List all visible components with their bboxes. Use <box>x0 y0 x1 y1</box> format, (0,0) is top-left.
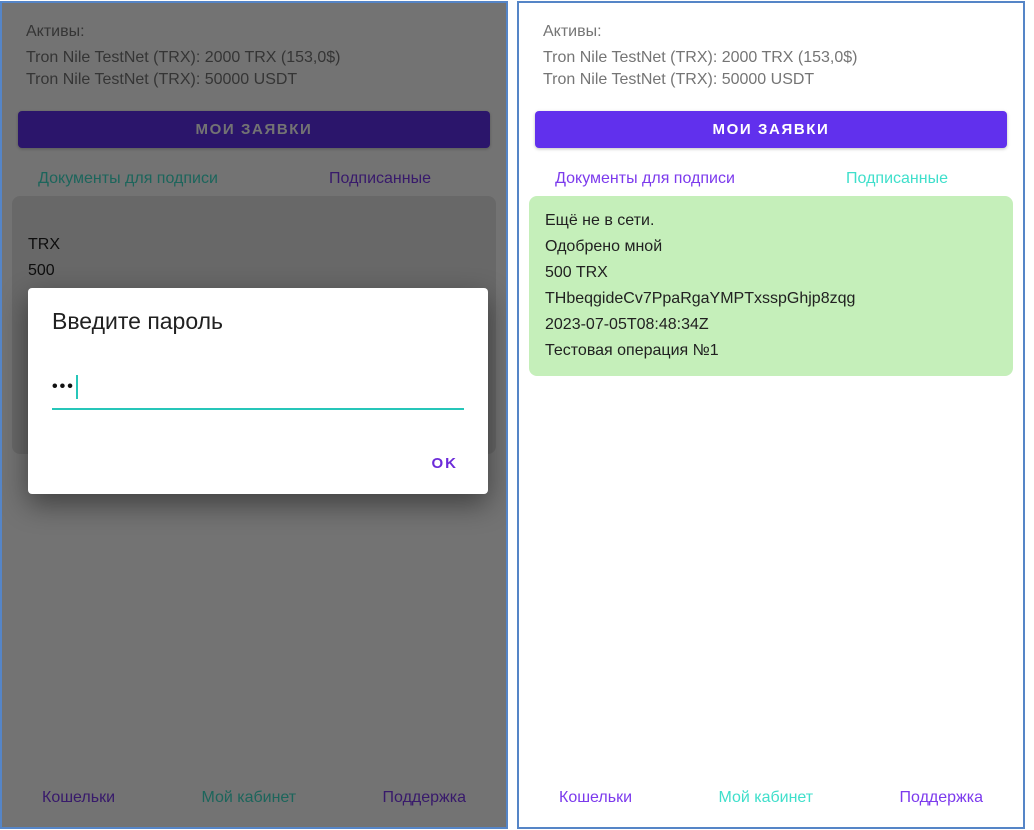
tab-documents-to-sign[interactable]: Документы для подписи <box>519 170 771 188</box>
assets-header: Активы: Tron Nile TestNet (TRX): 2000 TR… <box>519 3 1023 91</box>
card-line-network-status: Ещё не в сети. <box>545 208 997 234</box>
tab-bar: Документы для подписи Подписанные <box>519 164 1023 194</box>
card-line-description: Тестовая операция №1 <box>545 338 997 364</box>
card-line-approval-status: Одобрено мной <box>545 234 997 260</box>
nav-item-wallets[interactable]: Кошельки <box>559 789 632 807</box>
card-line-amount: 500 TRX <box>545 260 997 286</box>
asset-line-usdt: Tron Nile TestNet (TRX): 50000 USDT <box>543 69 999 91</box>
my-requests-button[interactable]: МОИ ЗАЯВКИ <box>535 111 1007 148</box>
assets-label: Активы: <box>543 23 999 41</box>
card-line-address: THbeqgideCv7PpaRgaYMPTxsspGhjp8zqg <box>545 286 997 312</box>
screenshot-pair: Активы: Tron Nile TestNet (TRX): 2000 TR… <box>0 0 1034 830</box>
tab-signed[interactable]: Подписанные <box>771 170 1023 188</box>
right-screen: Активы: Tron Nile TestNet (TRX): 2000 TR… <box>519 3 1023 827</box>
asset-line-trx: Tron Nile TestNet (TRX): 2000 TRX (153,0… <box>543 47 999 69</box>
signed-document-card[interactable]: Ещё не в сети. Одобрено мной 500 TRX THb… <box>529 196 1013 376</box>
password-dialog: Введите пароль ••• OK <box>28 288 488 494</box>
tab-content: Ещё не в сети. Одобрено мной 500 TRX THb… <box>519 194 1023 783</box>
bottom-nav: Кошельки Мой кабинет Поддержка <box>519 783 1023 827</box>
card-line-timestamp: 2023-07-05T08:48:34Z <box>545 312 997 338</box>
nav-item-support[interactable]: Поддержка <box>900 789 983 807</box>
ok-button[interactable]: OK <box>432 455 459 472</box>
nav-item-my-cabinet[interactable]: Мой кабинет <box>718 789 813 807</box>
password-masked-value: ••• <box>52 378 75 396</box>
phone-screen-right: Активы: Tron Nile TestNet (TRX): 2000 TR… <box>517 1 1025 829</box>
text-cursor <box>76 375 78 399</box>
dialog-title: Введите пароль <box>52 308 464 335</box>
phone-screen-left: Активы: Tron Nile TestNet (TRX): 2000 TR… <box>0 1 508 829</box>
password-input[interactable]: ••• <box>52 375 464 410</box>
